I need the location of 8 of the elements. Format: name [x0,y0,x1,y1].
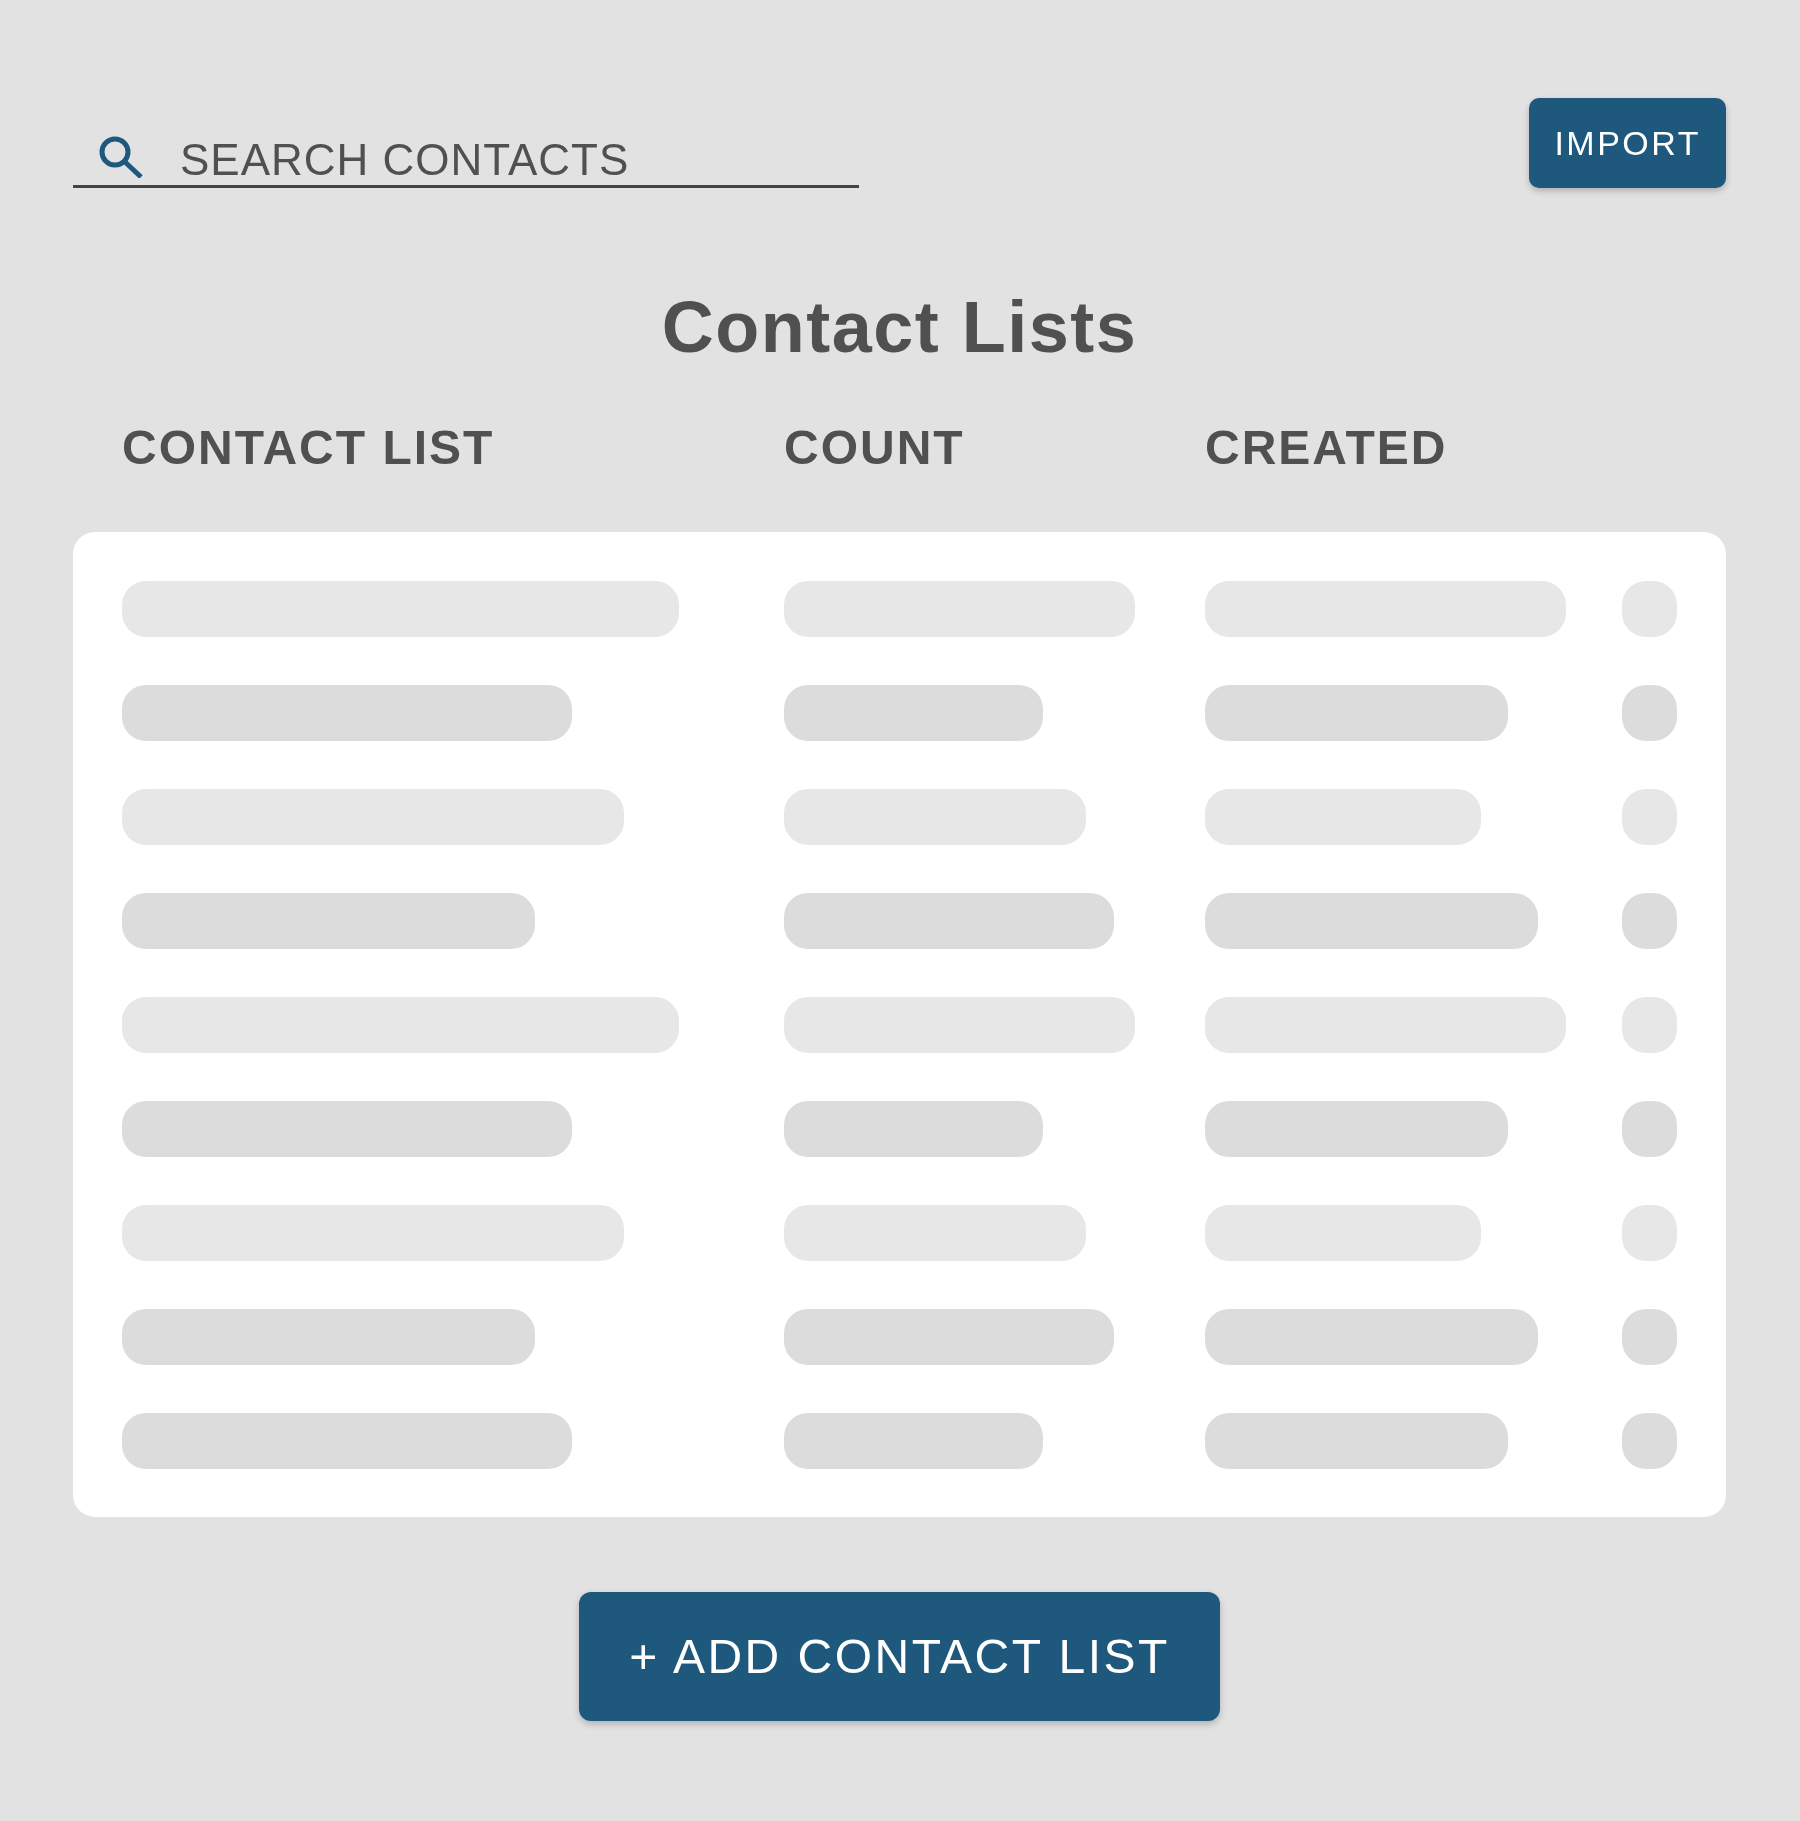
column-header: CONTACT LIST [122,424,495,472]
column-header: CREATED [1205,424,1448,472]
page-title: Contact Lists [661,291,1138,363]
column-header: COUNT [784,424,965,472]
add-contact-list-button[interactable]: + ADD CONTACT LIST [579,1592,1220,1721]
search-field[interactable]: SEARCH CONTACTS [73,135,859,188]
import-button[interactable]: IMPORT [1529,98,1726,188]
search-icon [99,136,143,178]
